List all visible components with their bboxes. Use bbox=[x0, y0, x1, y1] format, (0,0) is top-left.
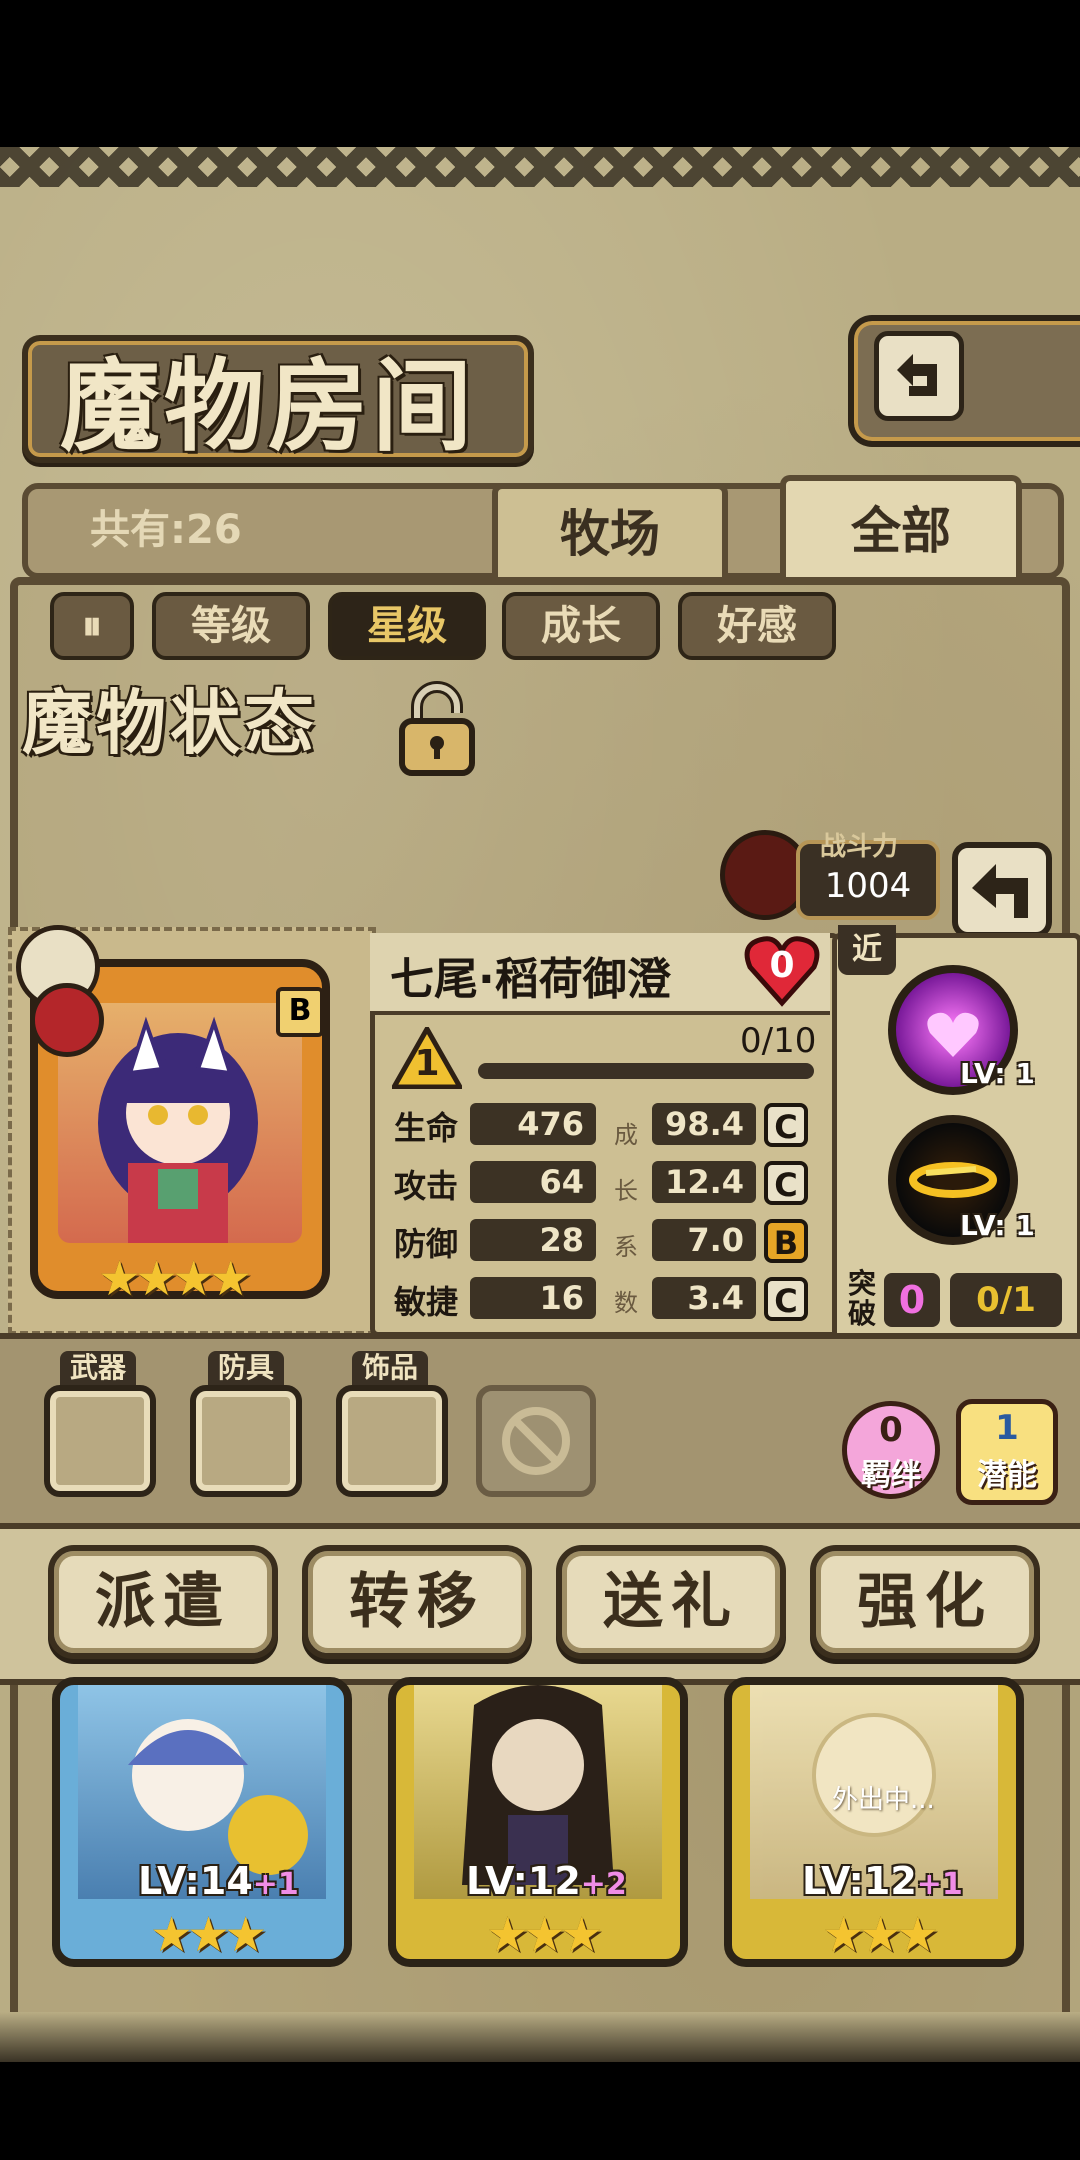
stat-label-atk: 攻击 bbox=[394, 1167, 459, 1205]
locked-slot bbox=[476, 1385, 596, 1497]
monster-card-3-level: LV:12+1 bbox=[802, 1859, 963, 1903]
potential-value: 1 bbox=[995, 1408, 1019, 1448]
grade-hp: C bbox=[764, 1103, 808, 1147]
forbidden-icon bbox=[502, 1407, 570, 1475]
stat-value-def: 28 bbox=[470, 1219, 596, 1261]
stat-label-hp: 生命 bbox=[394, 1109, 459, 1147]
tab-ranch[interactable]: 牧场 bbox=[492, 483, 728, 579]
potential-button[interactable]: 1 潜能 bbox=[956, 1399, 1058, 1505]
growth-coefficient-label: 成 长 系 数 bbox=[614, 1107, 638, 1331]
level-value: 1 bbox=[414, 1043, 440, 1084]
page-title: 魔物房间 bbox=[60, 347, 476, 465]
rank-badge: B bbox=[276, 987, 324, 1037]
monster-card-1[interactable]: LV:14+1 ★★★ bbox=[52, 1677, 352, 1967]
exp-text: 0/10 bbox=[740, 1021, 817, 1061]
torn-top-edge bbox=[0, 147, 1080, 187]
growth-value-agi: 3.4 bbox=[652, 1277, 756, 1319]
growth-value-hp: 98.4 bbox=[652, 1103, 756, 1145]
grade-def: B bbox=[764, 1219, 808, 1263]
monster-card-3[interactable]: 外出中... LV:12+1 ★★★ bbox=[724, 1677, 1024, 1967]
range-tag: 近 bbox=[838, 925, 896, 975]
grade-atk: C bbox=[764, 1161, 808, 1205]
element-fire-badge-icon bbox=[30, 983, 104, 1057]
lock-icon[interactable] bbox=[392, 677, 482, 777]
monster-card-3-status: 外出中... bbox=[832, 1785, 935, 1815]
potential-label: 潜能 bbox=[977, 1458, 1037, 1493]
star-rating: ★★★★ bbox=[98, 1251, 252, 1307]
stat-label-agi: 敏捷 bbox=[394, 1283, 459, 1321]
weapon-slot[interactable] bbox=[44, 1385, 156, 1497]
level-badge: 1 bbox=[389, 1023, 465, 1090]
status-title: 魔物状态 bbox=[22, 681, 318, 764]
monster-card-3-stars: ★★★ bbox=[822, 1907, 939, 1963]
monster-card-2-level: LV:12+2 bbox=[466, 1859, 627, 1903]
back-button[interactable] bbox=[848, 315, 1080, 447]
sort-affection-button[interactable]: 好感 bbox=[678, 592, 836, 660]
gift-button[interactable]: 送礼 bbox=[556, 1545, 786, 1659]
breakthrough-value: 0 bbox=[884, 1273, 940, 1327]
sort-level-button[interactable]: 等级 bbox=[152, 592, 310, 660]
transfer-button[interactable]: 转移 bbox=[302, 1545, 532, 1659]
skill-2-level: LV: 1 bbox=[960, 1209, 1035, 1242]
accessory-label: 饰品 bbox=[352, 1351, 429, 1385]
return-arrow-icon bbox=[972, 864, 1028, 918]
monster-card-1-stars: ★★★ bbox=[150, 1907, 267, 1963]
card-2-plus-text: +2 bbox=[580, 1867, 627, 1902]
growth-char-2: 长 bbox=[614, 1177, 638, 1205]
sort-order-icon: ⏸ bbox=[82, 603, 102, 649]
armor-label: 防具 bbox=[208, 1351, 285, 1385]
exp-bar bbox=[478, 1063, 814, 1079]
enhance-button[interactable]: 强化 bbox=[810, 1545, 1040, 1659]
game-screen: 魔物房间 共有:26 牧场 全部 ⏸ 等级 星级 成长 好感 魔物状态 战斗力 … bbox=[0, 147, 1080, 2062]
close-status-button[interactable] bbox=[952, 842, 1052, 938]
breakthrough-progress: 0/1 bbox=[950, 1273, 1062, 1327]
monster-count: 共有:26 bbox=[90, 507, 242, 553]
growth-char-4: 数 bbox=[614, 1289, 638, 1317]
card-3-plus-text: +1 bbox=[916, 1867, 963, 1902]
breakthrough-label-2: 破 bbox=[847, 1297, 876, 1330]
accessory-slot[interactable] bbox=[336, 1385, 448, 1497]
armor-slot[interactable] bbox=[190, 1385, 302, 1497]
sort-order-toggle[interactable]: ⏸ bbox=[50, 592, 134, 660]
sort-growth-button[interactable]: 成长 bbox=[502, 592, 660, 660]
heart-value: 0 bbox=[769, 945, 795, 986]
return-icon bbox=[874, 331, 964, 421]
grade-agi: C bbox=[764, 1277, 808, 1321]
growth-char-1: 成 bbox=[614, 1121, 638, 1149]
monster-card-2[interactable]: LV:12+2 ★★★ bbox=[388, 1677, 688, 1967]
card-3-level-text: LV:12 bbox=[802, 1859, 917, 1903]
card-1-level-text: LV:14 bbox=[138, 1859, 253, 1903]
weapon-label: 武器 bbox=[60, 1351, 137, 1385]
power-label: 战斗力 bbox=[820, 832, 899, 862]
card-2-level-text: LV:12 bbox=[466, 1859, 581, 1903]
bond-value: 0 bbox=[879, 1410, 903, 1450]
power-box: 战斗力 1004 bbox=[796, 832, 940, 920]
growth-value-atk: 12.4 bbox=[652, 1161, 756, 1203]
stat-value-hp: 476 bbox=[470, 1103, 596, 1145]
bond-button[interactable]: 0 羁绊 bbox=[842, 1401, 940, 1499]
stat-label-def: 防御 bbox=[394, 1225, 459, 1263]
tab-all[interactable]: 全部 bbox=[780, 475, 1022, 583]
stat-value-agi: 16 bbox=[470, 1277, 596, 1319]
heart-icon: 0 bbox=[742, 933, 822, 1007]
bond-label: 羁绊 bbox=[861, 1458, 921, 1493]
card-1-plus-text: +1 bbox=[252, 1867, 299, 1902]
monster-name: 七尾·稻荷御澄 bbox=[390, 954, 671, 1005]
skill-1-level: LV: 1 bbox=[960, 1057, 1035, 1090]
monster-card-1-level: LV:14+1 bbox=[138, 1859, 299, 1903]
growth-char-3: 系 bbox=[614, 1233, 638, 1261]
growth-value-def: 7.0 bbox=[652, 1219, 756, 1261]
breakthrough-label-1: 突 bbox=[847, 1267, 876, 1300]
torn-bottom-edge bbox=[0, 2012, 1080, 2062]
breakthrough-label: 突 破 bbox=[842, 1269, 882, 1329]
stat-value-atk: 64 bbox=[470, 1161, 596, 1203]
monster-card-2-stars: ★★★ bbox=[486, 1907, 603, 1963]
power-value: 1004 bbox=[824, 866, 912, 906]
sort-star-button[interactable]: 星级 bbox=[328, 592, 486, 660]
dispatch-button[interactable]: 派遣 bbox=[48, 1545, 278, 1659]
